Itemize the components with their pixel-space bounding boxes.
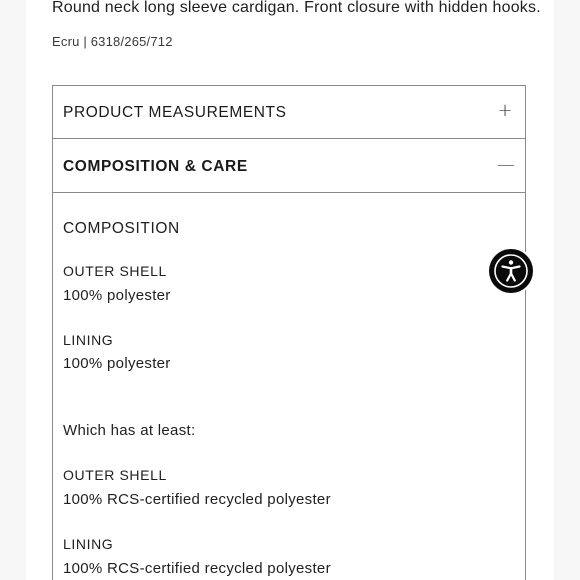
product-details: Round neck long sleeve cardigan. Front c…: [26, 0, 554, 580]
recycled-outer-shell-label: OUTER SHELL: [63, 467, 167, 483]
product-description: Round neck long sleeve cardigan. Front c…: [52, 0, 541, 16]
outer-shell-label: OUTER SHELL: [63, 263, 167, 279]
outer-shell-value: 100% polyester: [63, 287, 171, 304]
recycled-intro: Which has at least:: [63, 422, 196, 439]
right-gutter: [554, 0, 580, 580]
recycled-lining-value: 100% RCS-certified recycled polyester: [63, 560, 331, 577]
composition-care-toggle[interactable]: COMPOSITION & CARE —: [53, 140, 525, 193]
composition-care-label: COMPOSITION & CARE: [63, 158, 248, 175]
recycled-outer-shell-value: 100% RCS-certified recycled polyester: [63, 491, 331, 508]
minus-icon: —: [497, 154, 515, 175]
plus-icon: +: [497, 100, 513, 121]
lining-label: LINING: [63, 332, 114, 348]
product-measurements-toggle[interactable]: PRODUCT MEASUREMENTS +: [53, 86, 525, 139]
composition-heading: COMPOSITION: [63, 220, 180, 237]
recycled-lining-label: LINING: [63, 536, 114, 552]
product-info-accordion: PRODUCT MEASUREMENTS + COMPOSITION & CAR…: [52, 85, 526, 580]
lining-value: 100% polyester: [63, 355, 171, 372]
accessibility-icon: [494, 254, 528, 288]
left-gutter: [0, 0, 26, 580]
product-color-reference: Ecru | 6318/265/712: [52, 34, 173, 49]
accessibility-button[interactable]: [489, 249, 533, 293]
product-measurements-label: PRODUCT MEASUREMENTS: [63, 104, 287, 121]
